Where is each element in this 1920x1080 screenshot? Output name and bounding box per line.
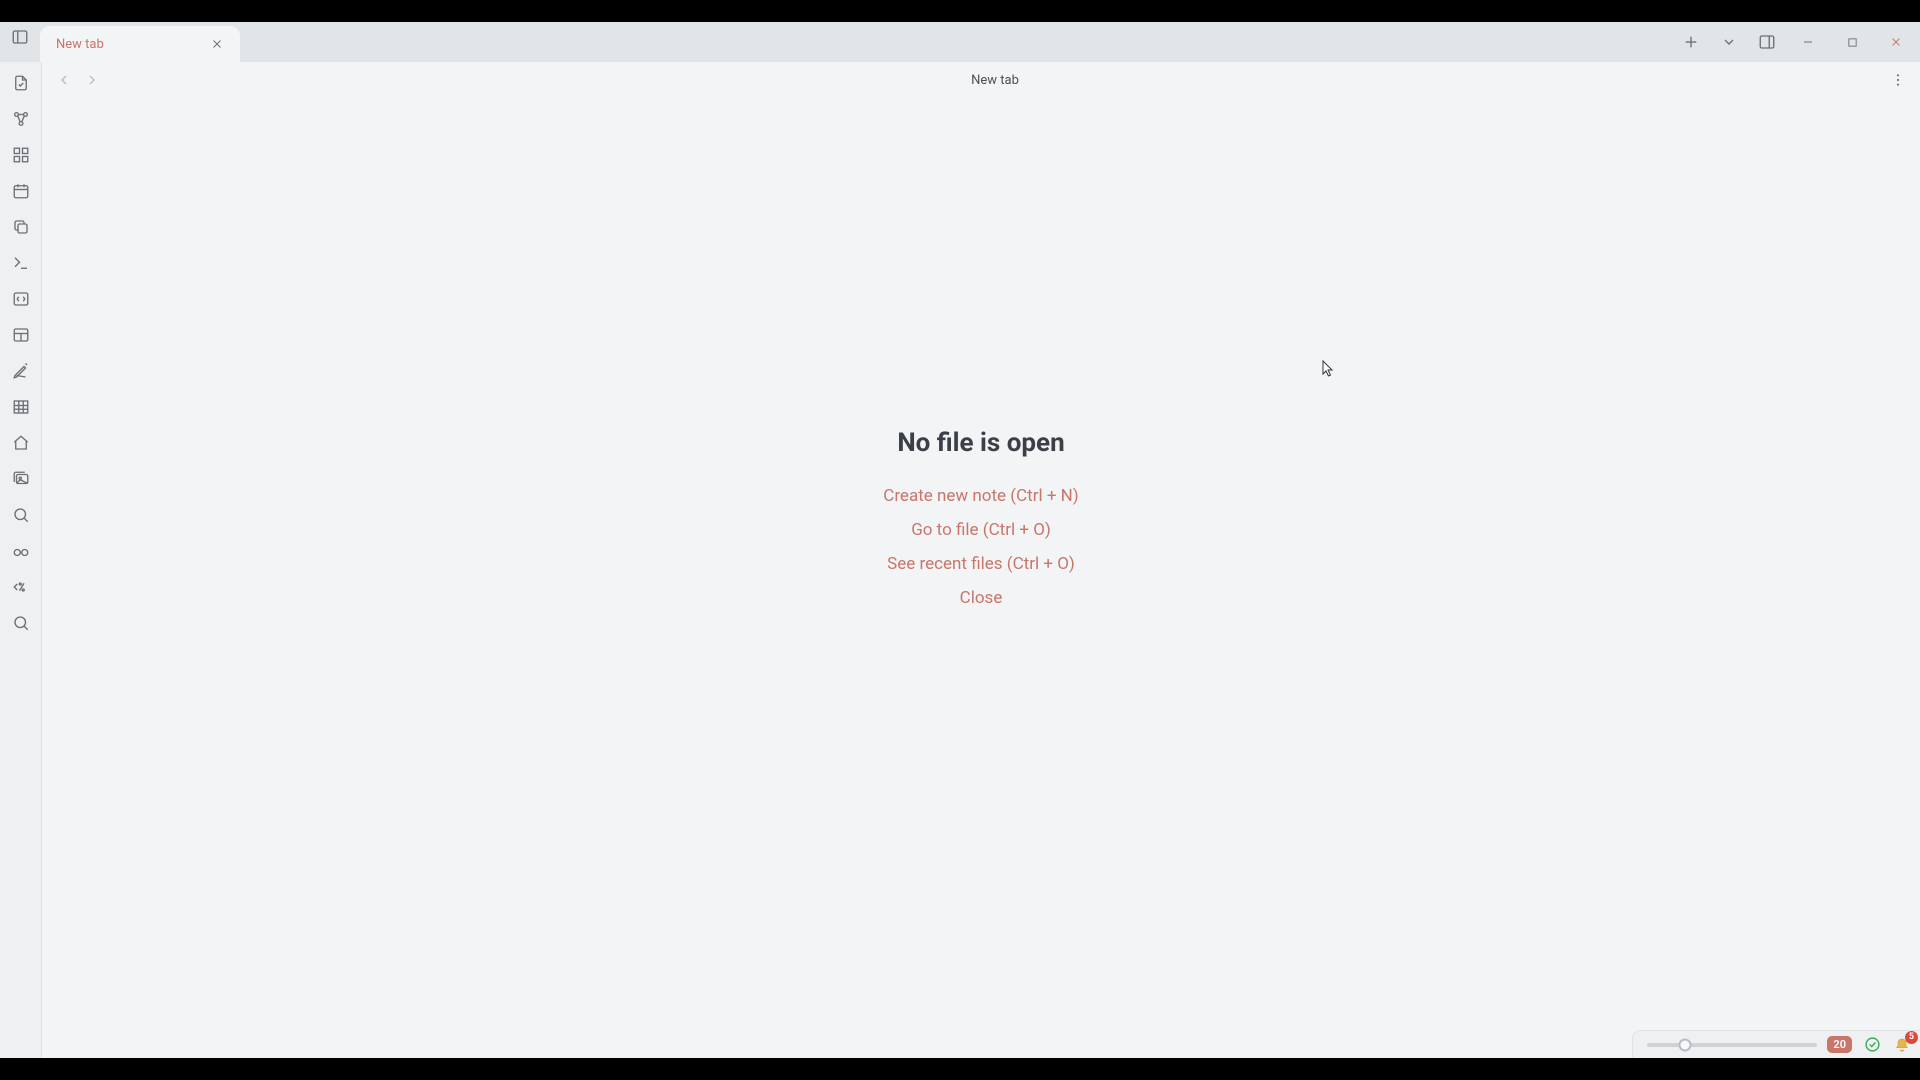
layout-icon (12, 326, 30, 344)
ribbon-command-palette[interactable] (6, 248, 36, 278)
ribbon-markdown[interactable] (6, 284, 36, 314)
copy-icon (12, 218, 30, 236)
terminal-icon (12, 254, 30, 272)
search-icon (12, 506, 30, 524)
content-pane: New tab No file is open Create new note … (42, 62, 1920, 1058)
zoom-slider[interactable] (1647, 1043, 1817, 1047)
ribbon-table[interactable] (6, 392, 36, 422)
percent-code-icon (12, 578, 30, 596)
table-icon (12, 398, 30, 416)
empty-state: No file is open Create new note (Ctrl + … (42, 38, 1920, 998)
app-window: New tab (0, 22, 1920, 1058)
zoom-value-badge: 20 (1827, 1036, 1852, 1053)
code-block-icon (12, 290, 30, 308)
ribbon-quick-switcher[interactable] (6, 68, 36, 98)
close-tab-link[interactable]: Close (960, 588, 1003, 608)
create-new-note-link[interactable]: Create new note (Ctrl + N) (883, 486, 1078, 506)
pen-icon (12, 362, 30, 380)
ribbon-home[interactable] (6, 428, 36, 458)
go-to-file-link[interactable]: Go to file (Ctrl + O) (911, 520, 1051, 540)
search-icon (12, 614, 30, 632)
ribbon-drawing[interactable] (6, 356, 36, 386)
ribbon-layout[interactable] (6, 320, 36, 350)
file-arrow-icon (12, 74, 30, 92)
main-row: New tab No file is open Create new note … (0, 62, 1920, 1058)
ribbon-canvas[interactable] (6, 140, 36, 170)
calendar-icon (12, 182, 30, 200)
ribbon-glasses[interactable] (6, 536, 36, 566)
zoom-slider-thumb[interactable] (1678, 1038, 1691, 1051)
ribbon-daily-note[interactable] (6, 176, 36, 206)
ribbon-templates[interactable] (6, 212, 36, 242)
glasses-icon (12, 542, 30, 560)
ribbon-search[interactable] (6, 500, 36, 530)
see-recent-files-link[interactable]: See recent files (Ctrl + O) (887, 554, 1075, 574)
ribbon-template-insert[interactable] (6, 572, 36, 602)
image-stack-icon (12, 470, 30, 488)
ribbon-search-2[interactable] (6, 608, 36, 638)
status-bar: 20 5 (1632, 1030, 1920, 1058)
notifications-button[interactable]: 5 (1892, 1035, 1912, 1055)
home-icon (12, 434, 30, 452)
empty-heading: No file is open (897, 428, 1064, 458)
toggle-left-sidebar-button[interactable] (0, 22, 40, 52)
ribbon-media[interactable] (6, 464, 36, 494)
panel-left-icon (11, 28, 29, 46)
ribbon-graph-view[interactable] (6, 104, 36, 134)
check-circle-icon (1864, 1036, 1881, 1053)
grid-icon (12, 146, 30, 164)
notification-count-badge: 5 (1905, 1031, 1918, 1044)
sync-status-icon[interactable] (1862, 1035, 1882, 1055)
left-ribbon (0, 62, 42, 1058)
graph-icon (12, 110, 30, 128)
